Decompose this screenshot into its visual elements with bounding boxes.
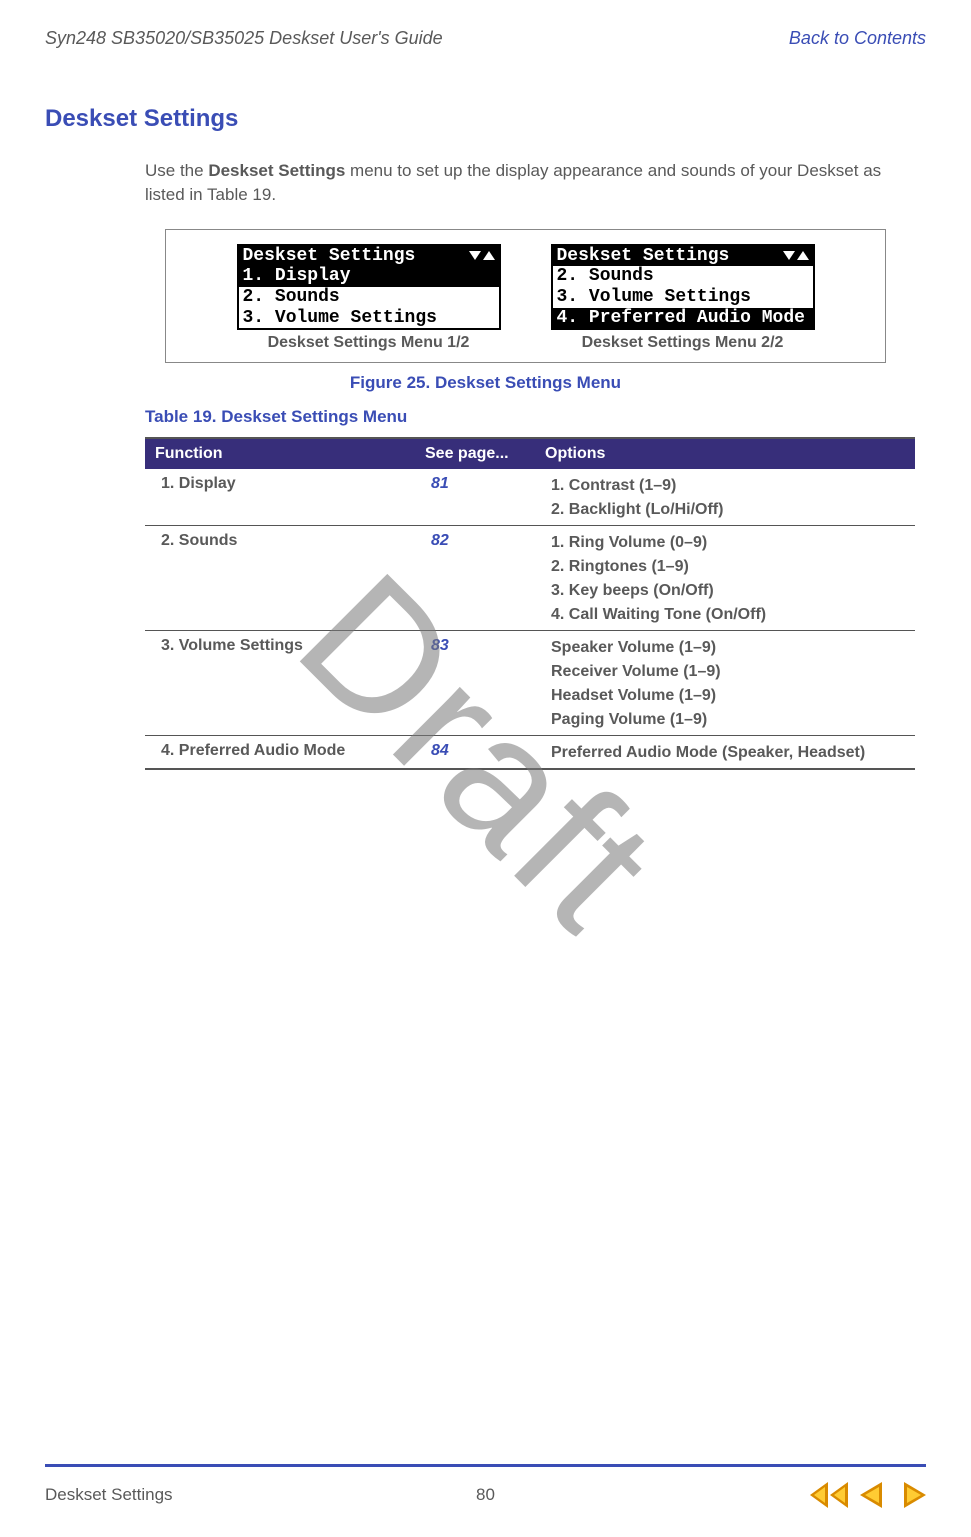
lcd1-row3: 3. Volume Settings (243, 308, 437, 329)
option-text: Speaker Volume (1–9) (551, 639, 905, 657)
lcd1-caption: Deskset Settings Menu 1/2 (237, 334, 501, 352)
back-to-contents-link[interactable]: Back to Contents (789, 28, 926, 49)
header-left: Syn248 SB35020/SB35025 Deskset User's Gu… (45, 28, 443, 49)
table-row: 4. Preferred Audio Mode 84 Preferred Aud… (145, 736, 915, 770)
th-options: Options (535, 438, 915, 469)
page-link-81[interactable]: 81 (431, 475, 449, 492)
cell-options: Preferred Audio Mode (Speaker, Headset) (535, 736, 915, 770)
scroll-arrows-icon (469, 251, 495, 260)
lcd2-row3: 4. Preferred Audio Mode (557, 308, 805, 329)
intro-bold: Deskset Settings (208, 161, 345, 180)
option-text: Headset Volume (1–9) (551, 687, 905, 705)
lcd2-caption: Deskset Settings Menu 2/2 (551, 334, 815, 352)
option-text: 1. Ring Volume (0–9) (551, 534, 905, 552)
lcd2-title: Deskset Settings (557, 246, 730, 267)
footer-section: Deskset Settings (45, 1485, 173, 1505)
option-text: 4. Call Waiting Tone (On/Off) (551, 606, 905, 624)
cell-function: 2. Sounds (145, 526, 415, 631)
lcd1-row2: 2. Sounds (243, 287, 340, 308)
page-link-82[interactable]: 82 (431, 532, 449, 549)
cell-function: 3. Volume Settings (145, 631, 415, 736)
lcd1-title: Deskset Settings (243, 246, 416, 267)
table-row: 1. Display 81 1. Contrast (1–9) 2. Backl… (145, 469, 915, 526)
settings-table: Function See page... Options 1. Display … (145, 437, 915, 770)
th-page: See page... (415, 438, 535, 469)
lcd-screen-2: Deskset Settings 2. Sounds 3. Volume Set… (551, 244, 815, 353)
nav-first-button[interactable] (810, 1481, 850, 1509)
table-row: 3. Volume Settings 83 Speaker Volume (1–… (145, 631, 915, 736)
footer-nav (810, 1481, 926, 1509)
lcd2-row2: 3. Volume Settings (557, 287, 751, 308)
nav-next-button[interactable] (898, 1481, 926, 1509)
figure-caption: Figure 25. Deskset Settings Menu (45, 373, 926, 393)
cell-options: 1. Ring Volume (0–9) 2. Ringtones (1–9) … (535, 526, 915, 631)
table-caption: Table 19. Deskset Settings Menu (145, 407, 926, 427)
page-heading: Deskset Settings (45, 105, 926, 133)
cell-function: 1. Display (145, 469, 415, 526)
scroll-arrows-icon (783, 251, 809, 260)
option-text: Paging Volume (1–9) (551, 711, 905, 729)
option-text: Receiver Volume (1–9) (551, 663, 905, 681)
cell-options: 1. Contrast (1–9) 2. Backlight (Lo/Hi/Of… (535, 469, 915, 526)
cell-function: 4. Preferred Audio Mode (145, 736, 415, 770)
table-header-row: Function See page... Options (145, 438, 915, 469)
figure-box: Deskset Settings 1. Display 2. Sounds 3.… (165, 229, 886, 364)
option-text: 1. Contrast (1–9) (551, 477, 905, 495)
nav-prev-button[interactable] (860, 1481, 888, 1509)
intro-paragraph: Use the Deskset Settings menu to set up … (145, 159, 916, 207)
th-function: Function (145, 438, 415, 469)
intro-prefix: Use the (145, 161, 208, 180)
page-link-83[interactable]: 83 (431, 637, 449, 654)
option-text: Preferred Audio Mode (Speaker, Headset) (551, 744, 905, 762)
table-row: 2. Sounds 82 1. Ring Volume (0–9) 2. Rin… (145, 526, 915, 631)
option-text: 3. Key beeps (On/Off) (551, 582, 905, 600)
footer-rule (45, 1464, 926, 1467)
option-text: 2. Ringtones (1–9) (551, 558, 905, 576)
footer-page-number: 80 (476, 1485, 495, 1505)
lcd2-row1: 2. Sounds (557, 266, 654, 287)
lcd-screen-1: Deskset Settings 1. Display 2. Sounds 3.… (237, 244, 501, 353)
page-link-84[interactable]: 84 (431, 742, 449, 759)
lcd1-row1: 1. Display (243, 266, 351, 287)
option-text: 2. Backlight (Lo/Hi/Off) (551, 501, 905, 519)
cell-options: Speaker Volume (1–9) Receiver Volume (1–… (535, 631, 915, 736)
